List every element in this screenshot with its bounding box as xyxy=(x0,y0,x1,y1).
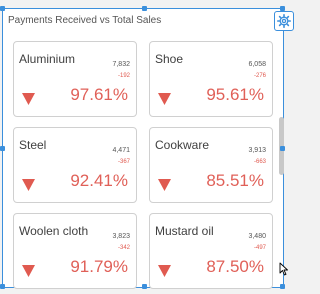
card-percent: 92.41% xyxy=(70,171,128,190)
card-percent: 95.61% xyxy=(206,85,264,104)
card-total: 3,480 xyxy=(248,233,266,240)
card-percent: 87.50% xyxy=(206,257,264,276)
card-percent: 97.61% xyxy=(70,85,128,104)
arrow-down-icon xyxy=(158,93,171,105)
card-name: Shoe xyxy=(155,52,184,66)
card-percent: 91.79% xyxy=(70,257,128,276)
card-difference: -663 xyxy=(253,159,266,165)
card-name: Aluminium xyxy=(19,52,76,66)
resize-handle-right[interactable] xyxy=(280,146,285,151)
mouse-cursor-icon xyxy=(279,262,288,276)
kpi-card[interactable]: Aluminium 7,832 -192 97.61% xyxy=(13,41,137,117)
card-difference: -192 xyxy=(117,73,130,79)
card-total: 3,823 xyxy=(112,233,130,240)
card-total: 3,913 xyxy=(248,147,266,154)
card-difference: -497 xyxy=(253,245,266,251)
arrow-down-icon xyxy=(22,93,35,105)
kpi-card[interactable]: Shoe 6,058 -276 95.61% xyxy=(149,41,273,117)
resize-handle-left[interactable] xyxy=(0,146,5,151)
resize-handle-bottom-left[interactable] xyxy=(0,284,5,289)
kpi-card[interactable]: Woolen cloth 3,823 -342 91.79% xyxy=(13,213,137,289)
card-name: Mustard oil xyxy=(155,224,214,238)
card-difference: -276 xyxy=(253,73,266,79)
arrow-down-icon xyxy=(22,265,35,277)
gear-icon xyxy=(277,14,291,28)
card-total: 4,471 xyxy=(112,147,130,154)
widget-title: Payments Received vs Total Sales xyxy=(8,15,162,26)
card-name: Cookware xyxy=(155,138,210,152)
card-grid[interactable]: Aluminium 7,832 -192 97.61% Shoe 6,058 -… xyxy=(5,39,277,294)
card-total: 6,058 xyxy=(248,61,266,68)
card-name: Steel xyxy=(19,138,47,152)
kpi-card[interactable]: Mustard oil 3,480 -497 87.50% xyxy=(149,213,273,289)
kpi-card[interactable]: Steel 4,471 -367 92.41% xyxy=(13,127,137,203)
card-difference: -342 xyxy=(117,245,130,251)
card-name: Woolen cloth xyxy=(19,224,89,238)
resize-handle-top[interactable] xyxy=(142,6,147,11)
settings-button[interactable] xyxy=(274,11,294,31)
arrow-down-icon xyxy=(22,179,35,191)
kpi-card[interactable]: Cookware 3,913 -663 85.51% xyxy=(149,127,273,203)
kpi-widget[interactable]: Payments Received vs Total Sales Alumini… xyxy=(0,6,294,289)
card-percent: 85.51% xyxy=(206,171,264,190)
card-total: 7,832 xyxy=(112,61,130,68)
resize-handle-bottom[interactable] xyxy=(142,284,147,289)
arrow-down-icon xyxy=(158,265,171,277)
resize-handle-bottom-right[interactable] xyxy=(280,284,285,289)
arrow-down-icon xyxy=(158,179,171,191)
resize-handle-top-left[interactable] xyxy=(0,6,5,11)
card-difference: -367 xyxy=(117,159,130,165)
